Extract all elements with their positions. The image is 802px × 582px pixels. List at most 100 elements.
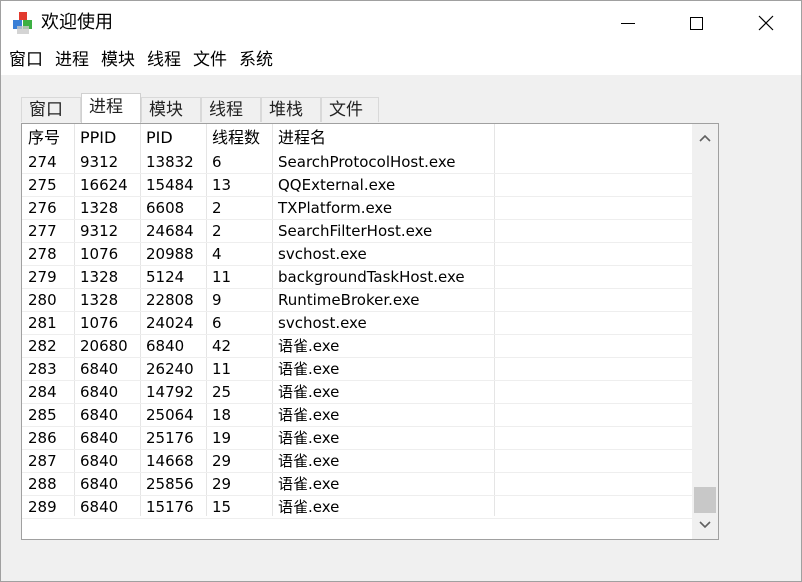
tab-process[interactable]: 进程	[81, 93, 141, 123]
row-index: 285	[28, 406, 57, 424]
table-row[interactable]: 274 9312 13832 6 SearchProtocolHost.exe	[22, 151, 692, 174]
menu-window[interactable]: 窗口	[1, 45, 47, 75]
row-threads: 4	[212, 245, 222, 263]
row-pid: 14668	[146, 452, 194, 470]
menu-bar: 窗口 进程 模块 线程 文件 系统	[1, 45, 801, 75]
row-ppid: 1076	[80, 245, 119, 263]
row-index: 282	[28, 337, 57, 355]
table-row[interactable]: 282 20680 6840 42 语雀.exe	[22, 335, 692, 358]
row-index: 274	[28, 153, 57, 171]
row-process-name: 语雀.exe	[278, 360, 340, 378]
row-pid: 26240	[146, 360, 194, 378]
row-process-name: svchost.exe	[278, 245, 367, 263]
scroll-down-button[interactable]	[692, 512, 718, 538]
row-process-name: RuntimeBroker.exe	[278, 291, 420, 309]
tab-thread[interactable]: 线程	[201, 97, 261, 122]
table-row[interactable]: 289 6840 15176 15 语雀.exe	[22, 496, 692, 519]
row-process-name: 语雀.exe	[278, 406, 340, 424]
row-index: 277	[28, 222, 57, 240]
column-header-ppid[interactable]: PPID	[74, 124, 140, 151]
table-row[interactable]: 283 6840 26240 11 语雀.exe	[22, 358, 692, 381]
scroll-thumb[interactable]	[694, 487, 716, 513]
table-row[interactable]: 284 6840 14792 25 语雀.exe	[22, 381, 692, 404]
window-title: 欢迎使用	[41, 12, 113, 33]
row-process-name: TXPlatform.exe	[278, 199, 393, 217]
row-threads: 19	[212, 429, 232, 447]
menu-thread[interactable]: 线程	[139, 45, 185, 75]
column-header-threads[interactable]: 线程数	[206, 124, 272, 151]
menu-module[interactable]: 模块	[93, 45, 139, 75]
vertical-scrollbar[interactable]	[692, 124, 718, 539]
table-row[interactable]: 288 6840 25856 29 语雀.exe	[22, 473, 692, 496]
table-row[interactable]: 280 1328 22808 9 RuntimeBroker.exe	[22, 289, 692, 312]
row-threads: 29	[212, 475, 232, 493]
tab-stack[interactable]: 堆栈	[261, 97, 321, 122]
row-threads: 9	[212, 291, 222, 309]
row-index: 281	[28, 314, 57, 332]
scroll-up-button[interactable]	[692, 125, 718, 151]
process-list[interactable]: 序号 PPID PID 线程数 进程名 274 9312 13832 6 SearchP…	[21, 123, 719, 540]
minimize-icon	[621, 22, 635, 24]
row-pid: 22808	[146, 291, 194, 309]
row-pid: 20988	[146, 245, 194, 263]
table-row[interactable]: 276 1328 6608 2 TXPlatform.exe	[22, 197, 692, 220]
row-threads: 6	[212, 153, 222, 171]
row-process-name: svchost.exe	[278, 314, 367, 332]
table-row[interactable]: 277 9312 24684 2 SearchFilterHost.exe	[22, 220, 692, 243]
row-pid: 6608	[146, 199, 185, 217]
tab-module[interactable]: 模块	[141, 97, 201, 122]
minimize-button[interactable]	[605, 1, 651, 45]
table-row[interactable]: 279 1328 5124 11 backgroundTaskHost.exe	[22, 266, 692, 289]
row-ppid: 6840	[80, 475, 119, 493]
table-row[interactable]: 275 16624 15484 13 QQExternal.exe	[22, 174, 692, 197]
table-row[interactable]: 278 1076 20988 4 svchost.exe	[22, 243, 692, 266]
row-ppid: 9312	[80, 222, 119, 240]
row-process-name: 语雀.exe	[278, 337, 340, 355]
tab-window[interactable]: 窗口	[21, 97, 81, 122]
row-index: 284	[28, 383, 57, 401]
table-row[interactable]: 286 6840 25176 19 语雀.exe	[22, 427, 692, 450]
row-threads: 11	[212, 268, 232, 286]
row-process-name: 语雀.exe	[278, 452, 340, 470]
row-pid: 25856	[146, 475, 194, 493]
row-threads: 29	[212, 452, 232, 470]
row-ppid: 6840	[80, 360, 119, 378]
table-row[interactable]: 281 1076 24024 6 svchost.exe	[22, 312, 692, 335]
column-header-index[interactable]: 序号	[22, 124, 74, 151]
row-threads: 42	[212, 337, 232, 355]
row-index: 278	[28, 245, 57, 263]
row-ppid: 6840	[80, 406, 119, 424]
row-index: 280	[28, 291, 57, 309]
row-index: 289	[28, 498, 57, 516]
tab-file[interactable]: 文件	[321, 97, 379, 122]
menu-file[interactable]: 文件	[185, 45, 231, 75]
row-threads: 2	[212, 222, 222, 240]
row-process-name: QQExternal.exe	[278, 176, 396, 194]
maximize-icon	[689, 16, 703, 30]
chevron-up-icon	[699, 134, 711, 142]
column-header-process-name[interactable]: 进程名	[272, 124, 494, 151]
close-button[interactable]	[743, 1, 789, 45]
app-cubes-icon	[13, 12, 32, 34]
row-pid: 5124	[146, 268, 185, 286]
maximize-button[interactable]	[673, 1, 719, 45]
row-ppid: 6840	[80, 383, 119, 401]
row-process-name: SearchProtocolHost.exe	[278, 153, 456, 171]
menu-system[interactable]: 系统	[231, 45, 277, 75]
menu-process[interactable]: 进程	[47, 45, 93, 75]
row-threads: 6	[212, 314, 222, 332]
table-row[interactable]: 287 6840 14668 29 语雀.exe	[22, 450, 692, 473]
table-row[interactable]: 285 6840 25064 18 语雀.exe	[22, 404, 692, 427]
row-pid: 24024	[146, 314, 194, 332]
row-ppid: 9312	[80, 153, 119, 171]
title-bar[interactable]: 欢迎使用	[1, 1, 801, 45]
column-header-pid[interactable]: PID	[140, 124, 206, 151]
row-threads: 11	[212, 360, 232, 378]
row-threads: 2	[212, 199, 222, 217]
row-index: 287	[28, 452, 57, 470]
row-ppid: 6840	[80, 429, 119, 447]
row-index: 286	[28, 429, 57, 447]
row-pid: 25064	[146, 406, 194, 424]
row-threads: 15	[212, 498, 232, 516]
row-ppid: 20680	[80, 337, 128, 355]
